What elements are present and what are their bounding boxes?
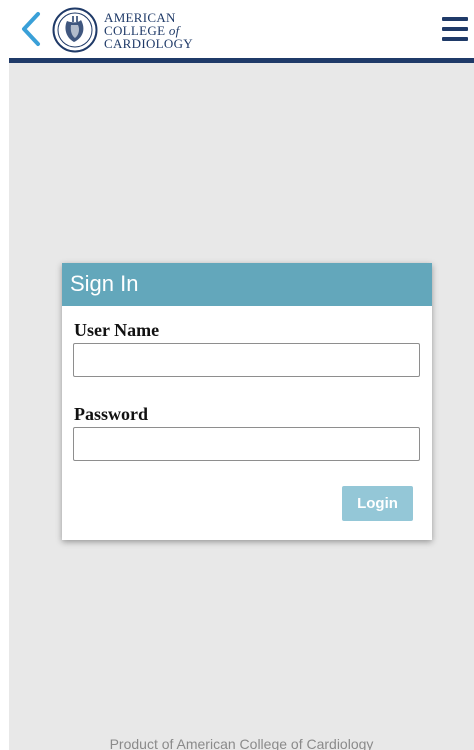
password-label: Password xyxy=(74,404,149,424)
login-button[interactable]: Login xyxy=(342,486,413,521)
chevron-left-icon xyxy=(22,12,40,46)
acc-logo: AMERICAN COLLEGE of CARDIOLOGY xyxy=(52,6,193,54)
signin-card: Sign In User Name Password Login xyxy=(62,263,432,540)
logo-line-3: CARDIOLOGY xyxy=(104,35,193,51)
password-input[interactable] xyxy=(73,427,420,461)
acc-seal-icon xyxy=(52,7,98,53)
back-button[interactable] xyxy=(16,10,46,48)
username-input[interactable] xyxy=(73,343,420,377)
menu-bar xyxy=(442,17,468,21)
menu-bar xyxy=(442,37,468,41)
menu-bar xyxy=(442,27,468,31)
logo-wordmark: AMERICAN COLLEGE of CARDIOLOGY xyxy=(104,11,193,50)
app-header: AMERICAN COLLEGE of CARDIOLOGY xyxy=(0,0,474,58)
hamburger-menu-icon[interactable] xyxy=(442,17,468,41)
signin-title: Sign In xyxy=(62,263,432,306)
username-label: User Name xyxy=(74,320,160,340)
logo-line-2: COLLEGE of xyxy=(104,24,193,37)
footer-text: Product of American College of Cardiolog… xyxy=(109,736,374,750)
